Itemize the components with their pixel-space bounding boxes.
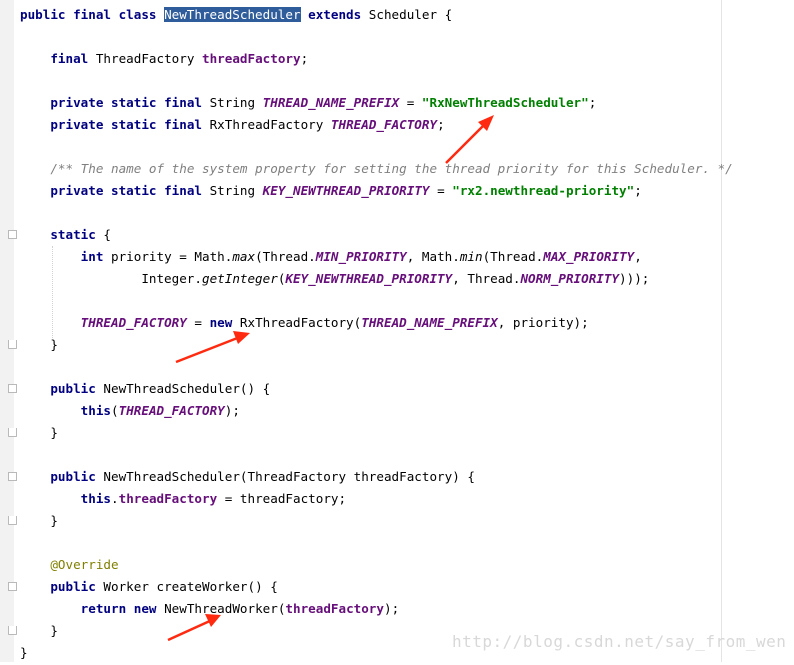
annotation-arrows	[167, 115, 494, 642]
arrow-thread-factory-init	[175, 331, 250, 364]
arrow-thread-name-prefix	[445, 115, 494, 164]
code-editor[interactable]: public final class NewThreadScheduler ex…	[0, 0, 794, 662]
watermark: http://blog.csdn.net/say_from_wen	[452, 632, 787, 651]
arrow-new-thread-worker	[167, 614, 221, 642]
